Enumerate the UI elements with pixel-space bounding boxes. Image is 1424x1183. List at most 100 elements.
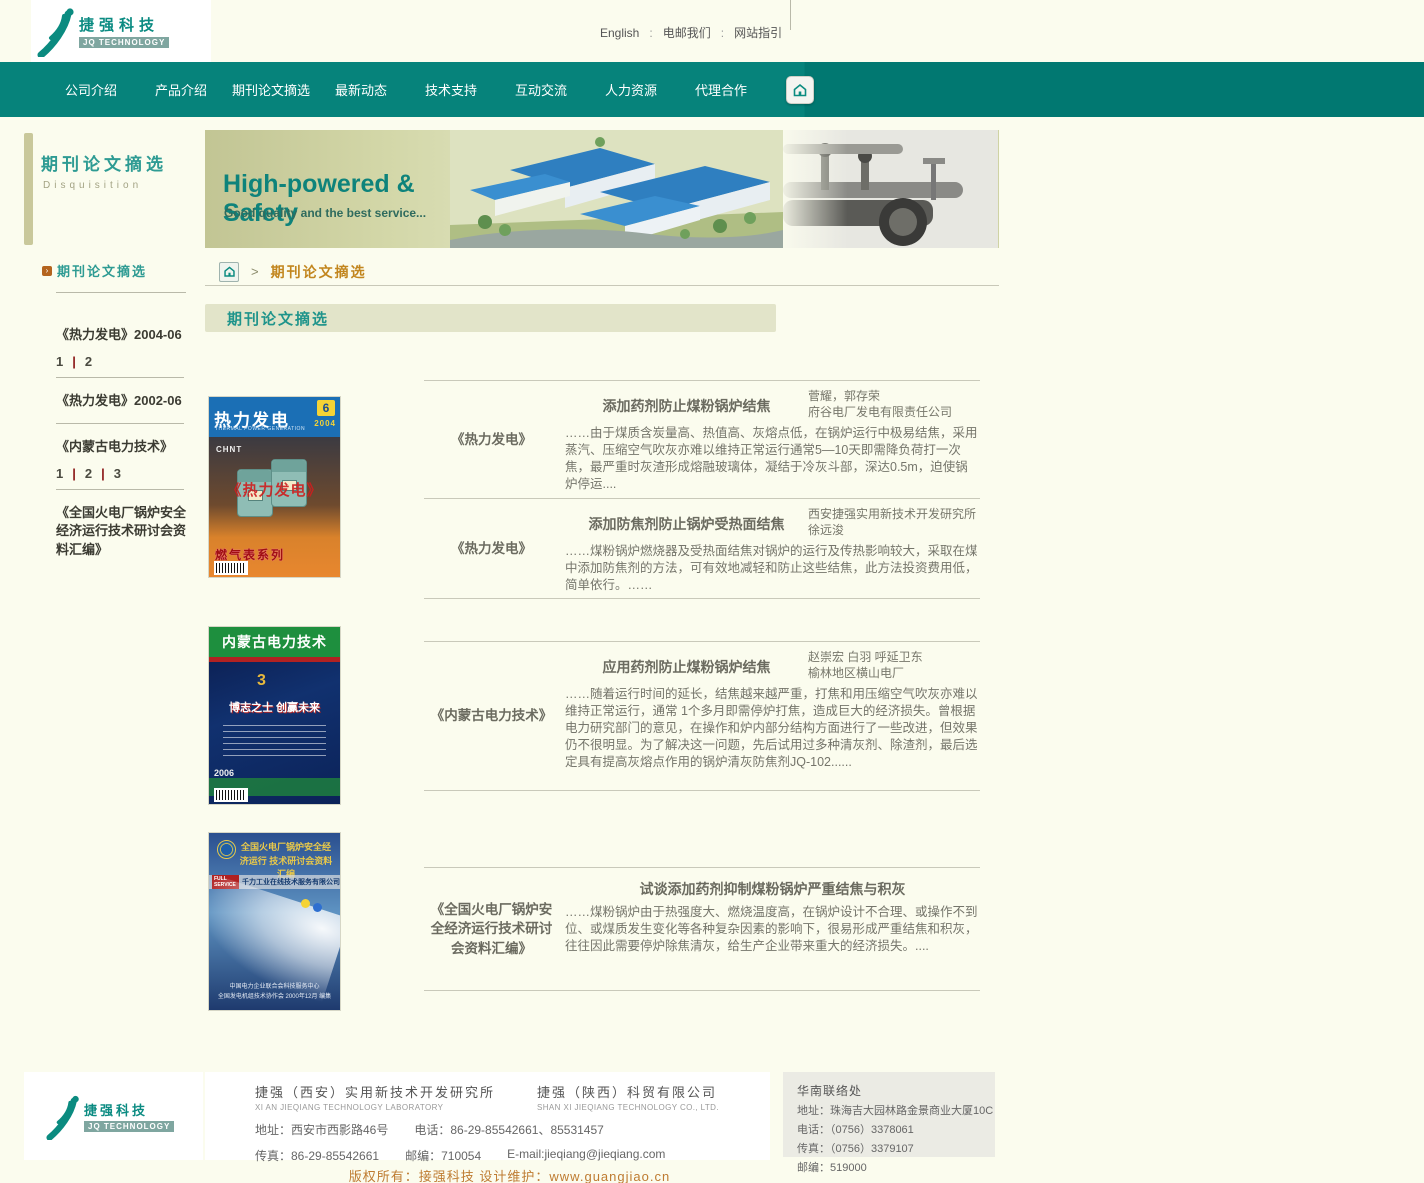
logo-cn: 捷强科技 <box>84 1100 174 1119</box>
nav-item-news[interactable]: 最新动态 <box>318 80 404 99</box>
nav-item-papers[interactable]: 期刊论文摘选 <box>228 80 314 99</box>
footer: 捷强科技 JQ TECHNOLOGY 捷强（西安）实用新技术开发研究所 XI A… <box>0 1070 1424 1162</box>
author-line: 赵崇宏 白羽 呼延卫东 <box>808 649 980 665</box>
article-row: 《热力发电》 添加防焦剂防止锅炉受热面结焦 西安捷强实用新技术开发研究所 徐远浚… <box>424 498 980 599</box>
cover-issue-year: 2004 <box>314 419 336 428</box>
journal-cover-neimenggu: 内蒙古电力技术 3 博志之士 创赢未来 2006 <box>209 627 340 804</box>
header: 捷强科技 JQ TECHNOLOGY English : 电邮我们 : 网站指引 <box>0 0 1424 62</box>
nav-item-agency[interactable]: 代理合作 <box>678 80 764 99</box>
banner-left-panel: High-powered & Safety Good quality and t… <box>205 130 465 248</box>
cover-issue-mark: 3 <box>257 672 266 690</box>
banner-machinery-image <box>783 130 998 248</box>
author-line: 榆林地区横山电厂 <box>808 665 980 681</box>
sidebar-menu-item-papers[interactable]: › 期刊论文摘选 <box>42 261 147 280</box>
worker-helmet-illustration <box>301 899 310 908</box>
nav-home-button[interactable] <box>786 76 814 104</box>
home-icon <box>792 82 808 98</box>
sidebar-group-symposium: 《全国火电厂锅炉安全经济运行技术研讨会资料汇编》 <box>56 504 188 561</box>
footer-fax: 传真：86-29-85542661 <box>255 1147 379 1164</box>
article-journal: 《全国火电厂锅炉安全经济运行技术研讨会资料汇编》 <box>424 868 559 990</box>
page-link-2[interactable]: 2 <box>85 466 92 481</box>
footer-zip: 邮编：710054 <box>405 1147 481 1164</box>
logo-en: JQ TECHNOLOGY <box>79 37 169 48</box>
cover-accent-strip <box>209 657 340 662</box>
journal-cover-thermal-power: 热力发电 THERMAL POWER GENERATION 6 2004 CHN… <box>209 397 340 577</box>
sidebar-group-label[interactable]: 《热力发电》2004-06 <box>56 326 188 345</box>
cover-footer-line2: 全国发电机组技术协作会 2000年12月 编集 <box>209 992 340 1002</box>
header-divider <box>790 0 791 30</box>
article-title[interactable]: 试谈添加药剂抑制煤粉锅炉严重结焦与积灰 <box>565 873 980 899</box>
top-link-separator: : <box>649 26 652 40</box>
footer-south-office: 华南联络处 地址：珠海吉大园林路金景商业大厦10C 电话：（0756）33780… <box>783 1072 995 1157</box>
cover-year: 2006 <box>214 768 234 778</box>
copyright: 版权所有：接强科技 设计维护：www.guangjiao.cn <box>24 1166 995 1183</box>
author-line: 西安捷强实用新技术开发研究所 徐远浚 <box>808 506 980 538</box>
banner-subline: Good quality and the best service... <box>224 206 426 220</box>
nav-item-support[interactable]: 技术支持 <box>408 80 494 99</box>
footer-address: 地址：西安市西影路46号 <box>255 1121 388 1138</box>
sidebar-group-label[interactable]: 《内蒙古电力技术》 <box>56 438 188 457</box>
pagination: 1 | 2 <box>56 354 188 369</box>
copyright-text: 版权所有：接强科技 设计维护： <box>349 1169 550 1183</box>
company-name-cn: 捷强（陕西）科贸有限公司 <box>537 1082 719 1101</box>
page-link-1[interactable]: 1 <box>56 466 63 481</box>
page-link-1[interactable]: 1 <box>56 354 63 369</box>
top-link-siteguide[interactable]: 网站指引 <box>734 24 782 41</box>
sidebar-group-label[interactable]: 《热力发电》2002-06 <box>56 392 188 411</box>
top-links: English : 电邮我们 : 网站指引 <box>600 24 790 41</box>
page-separator: | <box>101 466 105 481</box>
page-link-3[interactable]: 3 <box>114 466 121 481</box>
breadcrumb-home-button[interactable] <box>219 262 239 282</box>
article-abstract: ……随着运行时间的延长，结焦越来越严重，打焦和用压缩空气吹灰亦难以维持正常运行，… <box>565 686 980 771</box>
nav-item-exchange[interactable]: 互动交流 <box>498 80 584 99</box>
south-office-fax: 传真：（0756）3379107 <box>797 1140 995 1156</box>
company-name-cn: 捷强（西安）实用新技术开发研究所 <box>255 1082 495 1101</box>
top-link-email[interactable]: 电邮我们 <box>663 24 711 41</box>
logo-text: 捷强科技 JQ TECHNOLOGY <box>84 1100 174 1132</box>
breadcrumb-current: 期刊论文摘选 <box>271 262 367 282</box>
top-link-english[interactable]: English <box>600 26 639 40</box>
divider <box>56 489 184 490</box>
article-title[interactable]: 添加药剂防止煤粉锅炉结焦 <box>565 386 808 420</box>
article-row: 《内蒙古电力技术》 应用药剂防止煤粉锅炉结焦 赵崇宏 白羽 呼延卫东 榆林地区横… <box>424 641 980 791</box>
top-link-separator: : <box>721 26 724 40</box>
worker-helmet-illustration <box>313 903 322 912</box>
south-office-title: 华南联络处 <box>797 1082 995 1099</box>
article-abstract: ……煤粉锅炉燃烧器及受热面结焦对锅炉的运行及传热影响较大，采取在煤中添加防焦剂的… <box>565 543 980 594</box>
article-row: 《热力发电》 添加药剂防止煤粉锅炉结焦 菅耀，郭存荣 府谷电厂发电有限责任公司 … <box>424 380 980 499</box>
divider <box>56 292 186 293</box>
nav-item-company[interactable]: 公司介绍 <box>48 80 134 99</box>
south-office-phone: 电话：（0756）3378061 <box>797 1121 995 1137</box>
nav-item-products[interactable]: 产品介绍 <box>138 80 224 99</box>
logo-en: JQ TECHNOLOGY <box>84 1121 174 1132</box>
pagination: 1 | 2 | 3 <box>56 466 188 481</box>
article-authors: 西安捷强实用新技术开发研究所 徐远浚 <box>808 504 980 538</box>
logo-swoosh-icon <box>37 7 75 57</box>
emblem-icon <box>217 840 236 859</box>
page-link-2[interactable]: 2 <box>85 354 92 369</box>
home-icon <box>223 265 236 278</box>
sidebar-group-label[interactable]: 《全国火电厂锅炉安全经济运行技术研讨会资料汇编》 <box>56 504 188 561</box>
company-xian: 捷强（西安）实用新技术开发研究所 XI AN JIEQIANG TECHNOLO… <box>255 1082 495 1112</box>
article-authors: 菅耀，郭存荣 府谷电厂发电有限责任公司 <box>808 386 980 420</box>
footer-email[interactable]: E-mail:jieqiang@jieqiang.com <box>507 1147 665 1164</box>
main-nav: 公司介绍 产品介绍 期刊论文摘选 最新动态 技术支持 互动交流 人力资源 代理合… <box>0 62 1424 117</box>
cover-footer-text: 中国电力企业联合会科技服务中心 全国发电机组技术协作会 2000年12月 编集 <box>209 982 340 1002</box>
designer-link[interactable]: www.guangjiao.cn <box>549 1169 670 1183</box>
sidebar-group-thermal-2002: 《热力发电》2002-06 <box>56 392 188 424</box>
cover-masthead-en: THERMAL POWER GENERATION <box>215 426 305 432</box>
sidebar-title: 期刊论文摘选 <box>41 150 167 175</box>
article-title[interactable]: 应用药剂防止煤粉锅炉结焦 <box>565 647 808 681</box>
cover-issue-number: 6 <box>317 400 335 416</box>
logo[interactable]: 捷强科技 JQ TECHNOLOGY <box>31 0 211 62</box>
article-content: 应用药剂防止煤粉锅炉结焦 赵崇宏 白羽 呼延卫东 榆林地区横山电厂 ……随着运行… <box>559 642 980 790</box>
article-abstract: ……煤粉锅炉由于热强度大、燃烧温度高，在锅炉设计不合理、或操作不到位、或煤质发生… <box>565 904 980 955</box>
breadcrumb-separator: > <box>251 264 259 279</box>
nav-item-hr[interactable]: 人力资源 <box>588 80 674 99</box>
south-office-address: 地址：珠海吉大园林路金景商业大厦10C <box>797 1102 995 1118</box>
breadcrumb: > 期刊论文摘选 <box>205 258 999 286</box>
author-line: 府谷电厂发电有限责任公司 <box>808 404 980 420</box>
divider <box>56 377 184 378</box>
article-title[interactable]: 添加防焦剂防止锅炉受热面结焦 <box>565 504 808 538</box>
footer-phone: 电话：86-29-85542661、85531457 <box>414 1121 603 1138</box>
